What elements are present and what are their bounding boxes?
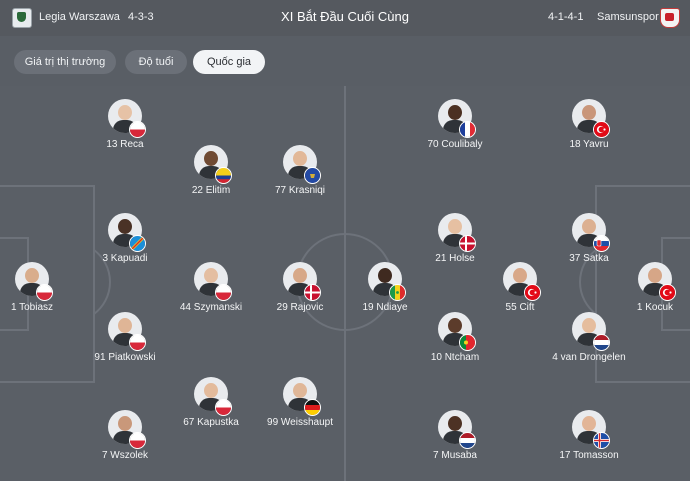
avatar-head bbox=[582, 318, 596, 333]
poland-flag-icon bbox=[129, 121, 146, 138]
tab-age[interactable]: Độ tuổi bbox=[125, 50, 187, 74]
avatar-head bbox=[204, 151, 218, 166]
away-formation: 4-1-4-1 bbox=[548, 11, 584, 23]
turkey-flag-icon bbox=[593, 121, 610, 138]
lineup-header: Legia Warszawa 4-3-3 XI Bắt Đầu Cuối Cùn… bbox=[0, 0, 690, 36]
player-label: 1 Tobiasz bbox=[10, 302, 54, 313]
germany-flag-icon bbox=[304, 399, 321, 416]
turkey-flag-icon bbox=[659, 284, 676, 301]
player-label: 77 Krasniqi bbox=[274, 185, 326, 196]
avatar-head bbox=[448, 416, 462, 431]
player-label: 1 Kocuk bbox=[636, 302, 674, 313]
player-label: 99 Weisshaupt bbox=[267, 417, 333, 428]
player-label: 17 Tomasson bbox=[559, 450, 619, 461]
avatar-head bbox=[293, 383, 307, 398]
netherlands-flag-icon bbox=[459, 432, 476, 449]
colombia-flag-icon bbox=[215, 167, 232, 184]
turkey-flag-icon bbox=[524, 284, 541, 301]
player-label: 7 Musaba bbox=[433, 450, 477, 461]
samsunspor-crest-icon bbox=[660, 8, 680, 28]
denmark-flag-icon bbox=[304, 284, 321, 301]
poland-flag-icon bbox=[36, 284, 53, 301]
lineup-title: XI Bắt Đầu Cuối Cùng bbox=[281, 9, 409, 24]
poland-flag-icon bbox=[129, 334, 146, 351]
avatar-head bbox=[513, 268, 527, 283]
avatar-head bbox=[448, 219, 462, 234]
slovakia-flag-icon bbox=[593, 235, 610, 252]
france-flag-icon bbox=[459, 121, 476, 138]
avatar-head bbox=[118, 318, 132, 333]
player-label: 19 Ndiaye bbox=[362, 302, 408, 313]
avatar-head bbox=[448, 105, 462, 120]
player-label: 10 Ntcham bbox=[430, 352, 480, 363]
dr-congo-flag-icon bbox=[129, 235, 146, 252]
kosovo-flag-icon bbox=[304, 167, 321, 184]
avatar-head bbox=[204, 268, 218, 283]
player-label: 37 Satka bbox=[569, 253, 609, 264]
avatar-head bbox=[293, 151, 307, 166]
player-label: 18 Yavru bbox=[569, 139, 609, 150]
away-team-name[interactable]: Samsunspor bbox=[597, 11, 659, 23]
avatar-head bbox=[648, 268, 662, 283]
avatar-head bbox=[118, 416, 132, 431]
player-label: 4 van Drongelen bbox=[552, 352, 626, 363]
avatar-head bbox=[118, 105, 132, 120]
avatar-head bbox=[378, 268, 392, 283]
player-label: 70 Coulibaly bbox=[427, 139, 483, 150]
portugal-flag-icon bbox=[459, 334, 476, 351]
iceland-flag-icon bbox=[593, 432, 610, 449]
poland-flag-icon bbox=[215, 284, 232, 301]
player-label: 7 Wszolek bbox=[101, 450, 149, 461]
tab-market-value[interactable]: Giá trị thị trường bbox=[14, 50, 116, 74]
avatar-head bbox=[204, 383, 218, 398]
poland-flag-icon bbox=[129, 432, 146, 449]
player-label: 3 Kapuadi bbox=[102, 253, 148, 264]
netherlands-flag-icon bbox=[593, 334, 610, 351]
avatar-head bbox=[582, 416, 596, 431]
avatar-head bbox=[582, 105, 596, 120]
tab-bar: Giá trị thị trường Độ tuổi Quốc gia bbox=[0, 36, 690, 86]
player-label: 55 Cift bbox=[505, 302, 535, 313]
avatar-head bbox=[293, 268, 307, 283]
poland-flag-icon bbox=[215, 399, 232, 416]
tab-nationality[interactable]: Quốc gia bbox=[193, 50, 265, 74]
avatar-head bbox=[448, 318, 462, 333]
avatar-head bbox=[582, 219, 596, 234]
senegal-flag-icon bbox=[389, 284, 406, 301]
avatar-head bbox=[118, 219, 132, 234]
avatar-head bbox=[25, 268, 39, 283]
player-label: 21 Holse bbox=[435, 253, 475, 264]
player-label: 13 Reca bbox=[106, 139, 144, 150]
denmark-flag-icon bbox=[459, 235, 476, 252]
pitch: 13 Reca 22 Elitim 77 Krasniqi 3 Kapuadi 1 To… bbox=[0, 86, 690, 481]
player-label: 91 Piatkowski bbox=[94, 352, 156, 363]
